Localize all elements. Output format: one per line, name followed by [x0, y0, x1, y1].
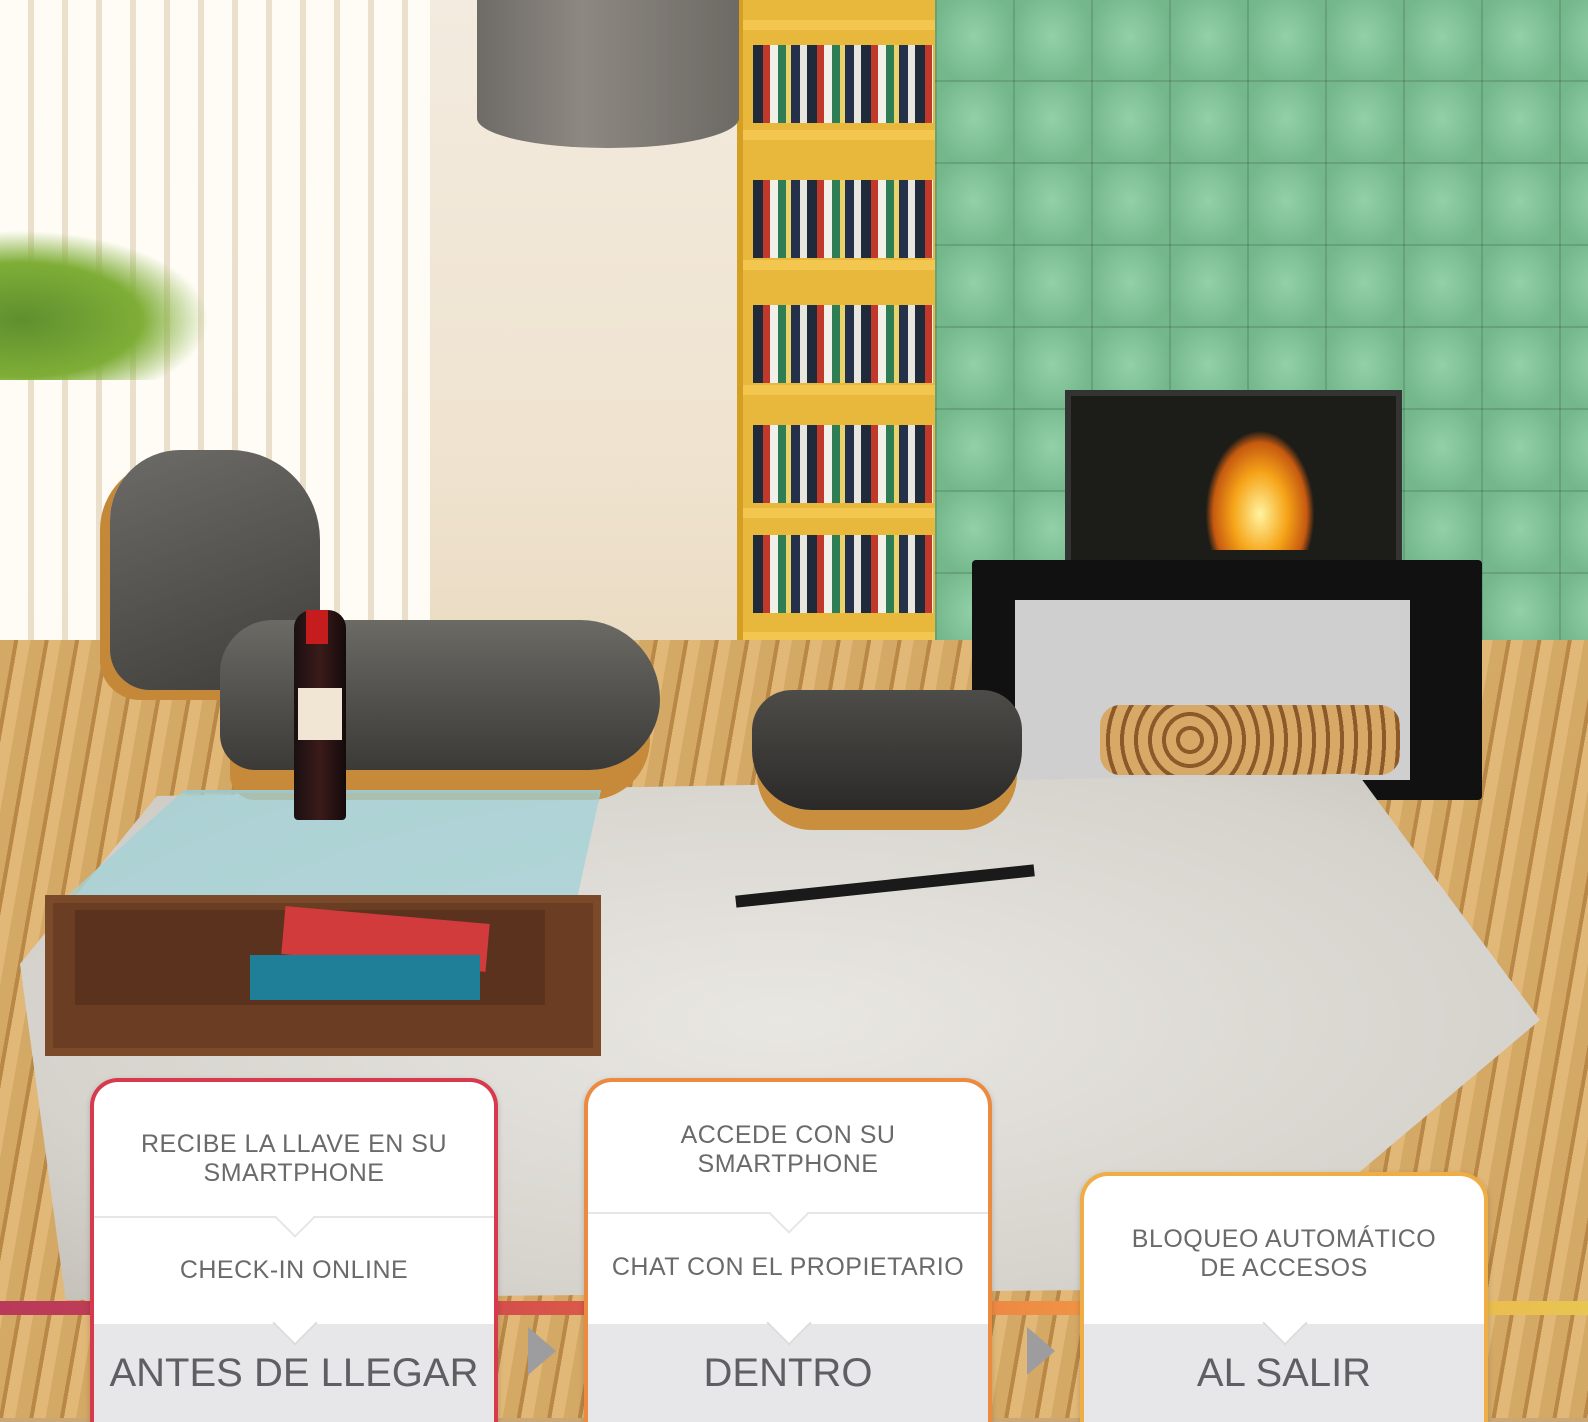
- step-primary-text: BLOQUEO AUTOMÁTICO DE ACCESOS: [1131, 1225, 1437, 1282]
- step-card-al-salir[interactable]: BLOQUEO AUTOMÁTICO DE ACCESOS AL SALIR: [1080, 1172, 1488, 1422]
- shelf-board: [743, 385, 943, 395]
- step-title-label: ANTES DE LLEGAR: [109, 1350, 479, 1395]
- fire-flames: [1205, 430, 1315, 550]
- plant-leaves: [0, 230, 210, 380]
- bottle-cap: [306, 610, 328, 644]
- bookshelf: [737, 0, 943, 670]
- next-step-arrow-icon: [1027, 1327, 1055, 1375]
- step-card-dentro[interactable]: ACCEDE CON SU SMARTPHONE CHAT CON EL PRO…: [584, 1078, 992, 1422]
- step-primary-text: ACCEDE CON SU SMARTPHONE: [680, 1120, 896, 1178]
- next-step-arrow-icon: [528, 1327, 556, 1375]
- step-card-antes-de-llegar[interactable]: RECIBE LA LLAVE EN SU SMARTPHONE CHECK-I…: [90, 1078, 498, 1422]
- books-row: [753, 45, 933, 123]
- step-title-label: AL SALIR: [1196, 1350, 1372, 1395]
- shelf-board: [743, 130, 943, 140]
- step-secondary-text: CHECK-IN ONLINE: [179, 1255, 409, 1284]
- books-row: [753, 425, 933, 503]
- step-title-label: DENTRO: [703, 1350, 873, 1395]
- shelf-board: [743, 508, 943, 518]
- firewood-logs: [1100, 705, 1400, 775]
- books-row: [753, 180, 933, 258]
- lounge-chair-seat: [220, 620, 660, 770]
- pendant-lamp: [477, 0, 739, 148]
- ottoman: [752, 690, 1022, 810]
- step-secondary-text: CHAT CON EL PROPIETARIO: [611, 1252, 965, 1281]
- teal-book: [250, 955, 480, 1000]
- books-row: [753, 535, 933, 613]
- shelf-board: [743, 260, 943, 270]
- shelf-board: [743, 20, 943, 30]
- books-row: [753, 305, 933, 383]
- bottle-label: [298, 688, 342, 740]
